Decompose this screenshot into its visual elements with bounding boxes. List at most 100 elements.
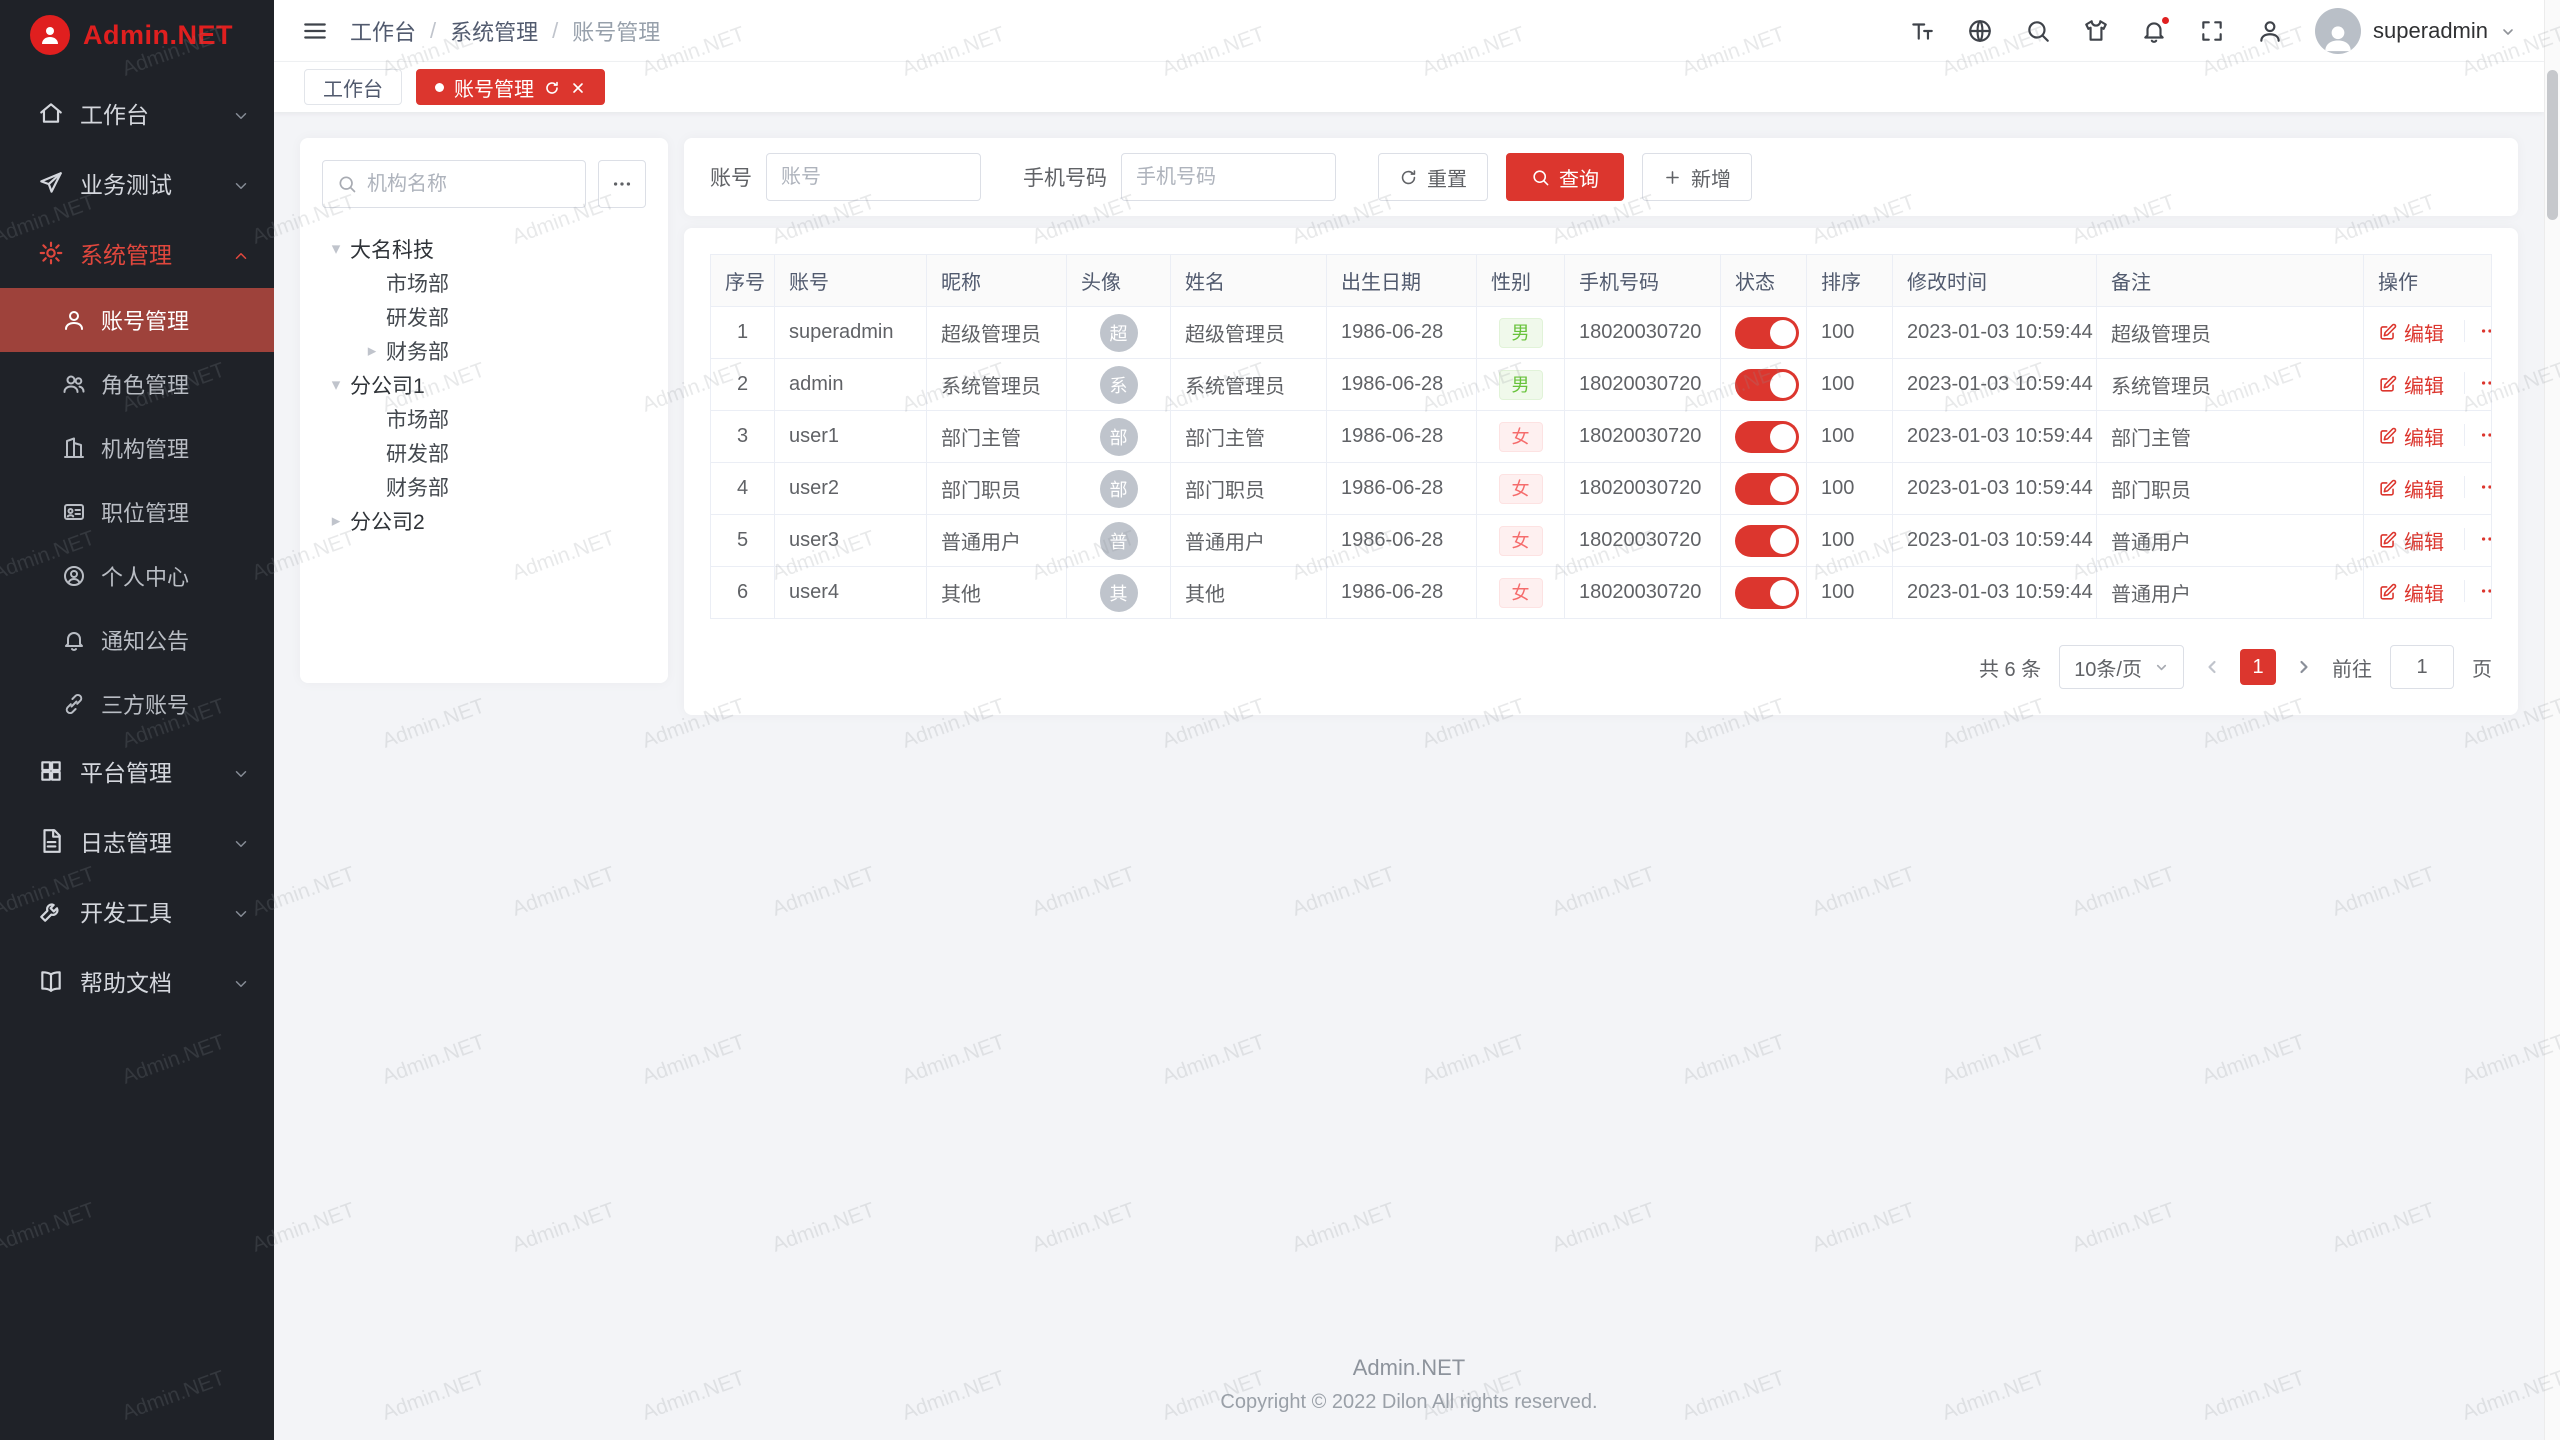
tree-node[interactable]: ▸ 分公司2 — [322, 504, 646, 538]
tab-workbench[interactable]: 工作台 — [304, 69, 402, 105]
tree-node[interactable]: ▸ 财务部 — [322, 334, 646, 368]
caret-down-icon[interactable]: ▾ — [322, 239, 350, 259]
notification-bell-icon[interactable] — [2141, 18, 2167, 44]
submenu-item-notice[interactable]: 通知公告 — [0, 608, 274, 672]
lock-screen-icon[interactable] — [2257, 18, 2283, 44]
search-icon[interactable] — [2025, 18, 2051, 44]
org-search-field[interactable] — [367, 173, 571, 196]
active-dot — [435, 83, 444, 92]
submenu-item-thirdparty[interactable]: 三方账号 — [0, 672, 274, 736]
caret-down-icon[interactable]: ▾ — [322, 375, 350, 395]
menu-item-logs[interactable]: 日志管理 — [0, 806, 274, 876]
add-button[interactable]: 新增 — [1642, 153, 1752, 201]
menu-label: 三方账号 — [101, 688, 274, 720]
edit-button[interactable]: 编辑 — [2378, 578, 2444, 607]
fullscreen-icon[interactable] — [2199, 18, 2225, 44]
page-number-current[interactable]: 1 — [2240, 649, 2276, 685]
scrollbar-thumb[interactable] — [2547, 70, 2558, 220]
tree-node[interactable]: 财务部 — [322, 470, 646, 504]
app-logo[interactable]: Admin.NET — [0, 0, 274, 70]
theme-icon[interactable] — [2083, 18, 2109, 44]
edit-button[interactable]: 编辑 — [2378, 370, 2444, 399]
tab-account-active[interactable]: 账号管理 — [416, 69, 605, 105]
org-more-button[interactable] — [598, 160, 646, 208]
col-header: 备注 — [2097, 255, 2364, 307]
scrollbar[interactable] — [2544, 0, 2560, 1440]
tree-node[interactable]: 市场部 — [322, 402, 646, 436]
more-actions-button[interactable] — [2464, 528, 2492, 550]
cell-birthday: 1986-06-28 — [1327, 307, 1477, 359]
tree-node[interactable]: 研发部 — [322, 436, 646, 470]
tree-node[interactable]: 研发部 — [322, 300, 646, 334]
more-horizontal-icon — [2479, 528, 2492, 550]
table-row: 1 superadmin 超级管理员 超 超级管理员 1986-06-28 男 … — [711, 307, 2492, 359]
submenu-item-roles[interactable]: 角色管理 — [0, 352, 274, 416]
edit-button[interactable]: 编辑 — [2378, 474, 2444, 503]
cell-no: 5 — [711, 515, 775, 567]
more-horizontal-icon — [611, 173, 633, 195]
close-icon[interactable] — [570, 79, 586, 95]
cell-modified: 2023-01-03 10:59:44 — [1893, 411, 2097, 463]
more-actions-button[interactable] — [2464, 372, 2492, 394]
menu-item-devtools[interactable]: 开发工具 — [0, 876, 274, 946]
breadcrumb-item[interactable]: 系统管理 — [450, 15, 538, 47]
hamburger-menu-icon[interactable] — [302, 18, 328, 44]
breadcrumb-item[interactable]: 工作台 — [350, 15, 416, 47]
phone-input[interactable] — [1121, 153, 1336, 201]
tree-node[interactable]: ▾ 分公司1 — [322, 368, 646, 402]
menu-item-help[interactable]: 帮助文档 — [0, 946, 274, 1016]
status-toggle[interactable] — [1735, 317, 1799, 349]
accounts-table-card: 序号 账号 昵称 头像 姓名 出生日期 性别 手机号码 状态 排序 — [684, 228, 2518, 715]
edit-button[interactable]: 编辑 — [2378, 422, 2444, 451]
status-toggle[interactable] — [1735, 577, 1799, 609]
refresh-icon[interactable] — [544, 79, 560, 95]
tab-label: 工作台 — [323, 73, 383, 102]
status-toggle[interactable] — [1735, 473, 1799, 505]
caret-right-icon[interactable]: ▸ — [322, 511, 350, 531]
account-input[interactable] — [766, 153, 981, 201]
font-size-icon[interactable] — [1909, 18, 1935, 44]
menu-item-workbench[interactable]: 工作台 — [0, 78, 274, 148]
status-toggle[interactable] — [1735, 421, 1799, 453]
tree-node[interactable]: ▾ 大名科技 — [322, 232, 646, 266]
org-search-input[interactable] — [322, 160, 586, 208]
query-button[interactable]: 查询 — [1506, 153, 1624, 201]
goto-page-input[interactable] — [2390, 645, 2454, 689]
page-size-select[interactable]: 10条/页 — [2059, 645, 2184, 689]
menu-label: 个人中心 — [101, 560, 274, 592]
edit-button[interactable]: 编辑 — [2378, 526, 2444, 555]
menu-label: 职位管理 — [101, 496, 274, 528]
row-avatar: 部 — [1100, 418, 1138, 456]
topbar-actions: superadmin — [1909, 8, 2516, 54]
more-actions-button[interactable] — [2464, 424, 2492, 446]
status-toggle[interactable] — [1735, 525, 1799, 557]
cell-birthday: 1986-06-28 — [1327, 567, 1477, 619]
more-actions-button[interactable] — [2464, 580, 2492, 602]
col-header: 姓名 — [1171, 255, 1327, 307]
caret-right-icon[interactable]: ▸ — [358, 341, 386, 361]
user-menu[interactable]: superadmin — [2315, 8, 2516, 54]
tree-node[interactable]: 市场部 — [322, 266, 646, 300]
cell-sort: 100 — [1807, 307, 1893, 359]
prev-page-button[interactable] — [2202, 657, 2222, 677]
menu-item-system[interactable]: 系统管理 — [0, 218, 274, 288]
submenu-item-position[interactable]: 职位管理 — [0, 480, 274, 544]
phone-field[interactable] — [1136, 166, 1321, 189]
phone-label: 手机号码 — [1023, 162, 1107, 192]
menu-item-platform[interactable]: 平台管理 — [0, 736, 274, 806]
language-icon[interactable] — [1967, 18, 1993, 44]
submenu-item-profile[interactable]: 个人中心 — [0, 544, 274, 608]
next-page-button[interactable] — [2294, 657, 2314, 677]
menu-item-business-test[interactable]: 业务测试 — [0, 148, 274, 218]
cell-phone: 18020030720 — [1565, 515, 1721, 567]
account-field[interactable] — [781, 166, 966, 189]
status-toggle[interactable] — [1735, 369, 1799, 401]
more-actions-button[interactable] — [2464, 476, 2492, 498]
more-horizontal-icon — [2479, 476, 2492, 498]
edit-button[interactable]: 编辑 — [2378, 318, 2444, 347]
more-actions-button[interactable] — [2464, 320, 2492, 342]
reset-button[interactable]: 重置 — [1378, 153, 1488, 201]
submenu-item-account[interactable]: 账号管理 — [0, 288, 274, 352]
submenu-item-org[interactable]: 机构管理 — [0, 416, 274, 480]
edit-pencil-icon — [2378, 531, 2397, 550]
